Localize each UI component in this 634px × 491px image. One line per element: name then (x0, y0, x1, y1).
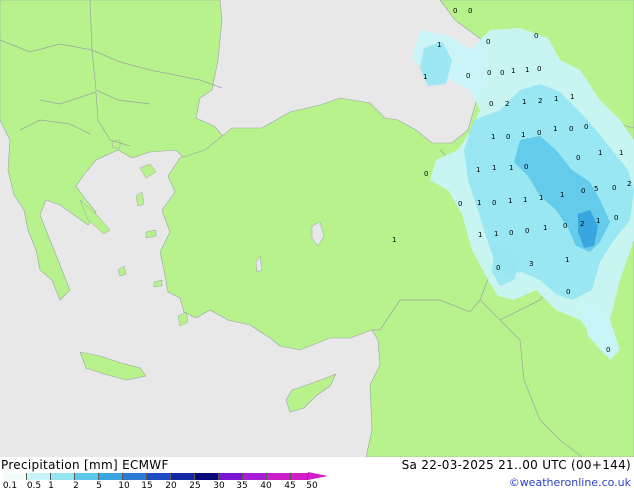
colorbar-swatch (291, 473, 308, 480)
colorbar-swatch (27, 473, 51, 480)
point-value: 1 (437, 41, 441, 49)
point-value: 1 (596, 217, 600, 225)
point-value: 0 (566, 288, 570, 296)
map-canvas: 0 0 1 0 0 1 0 0 1 1 0 0 0 2 1 2 1 1 1 0 … (0, 0, 634, 457)
point-value: 1 (619, 149, 623, 157)
point-value: 1 (476, 166, 480, 174)
point-value: 2 (627, 180, 631, 188)
point-value: 0 (486, 38, 490, 46)
point-value: 2 (505, 100, 509, 108)
site-credit[interactable]: ©weatheronline.co.uk (509, 476, 631, 489)
point-value: 5 (594, 185, 598, 193)
point-value: 0 (458, 200, 462, 208)
point-value: 1 (560, 191, 564, 199)
point-value: 1 (553, 125, 557, 133)
point-value: 1 (477, 199, 481, 207)
point-value: 0 (576, 154, 580, 162)
point-value: 1 (423, 73, 427, 81)
point-value: 0 (581, 187, 585, 195)
point-value: 1 (543, 224, 547, 232)
colorbar-swatch (3, 473, 27, 480)
point-value: 0 (496, 264, 500, 272)
point-value: 0 (492, 199, 496, 207)
point-value: 0 (500, 69, 504, 77)
colorbar-swatch (123, 473, 147, 480)
colorbar-swatch (75, 473, 99, 480)
point-value: 0 (614, 214, 618, 222)
colorbar (3, 473, 308, 480)
point-value: 0 (468, 7, 472, 15)
colorbar-arrow (308, 472, 328, 480)
colorbar-swatch (243, 473, 267, 480)
point-value: 0 (466, 72, 470, 80)
point-value: 0 (525, 227, 529, 235)
point-value: 1 (523, 196, 527, 204)
point-value: 1 (565, 256, 569, 264)
colorbar-swatch (51, 473, 75, 480)
point-value: 0 (612, 184, 616, 192)
point-value: 0 (424, 170, 428, 178)
point-value: 0 (563, 222, 567, 230)
point-value: 1 (508, 197, 512, 205)
point-value: 1 (525, 66, 529, 74)
point-value: 0 (509, 229, 513, 237)
point-value: 1 (598, 149, 602, 157)
point-value: 3 (529, 260, 533, 268)
point-value: 0 (569, 125, 573, 133)
point-value: 1 (570, 93, 574, 101)
precipitation-map: 0 0 1 0 0 1 0 0 1 1 0 0 0 2 1 2 1 1 1 0 … (0, 0, 634, 457)
point-value: 1 (478, 231, 482, 239)
point-value: 0 (506, 133, 510, 141)
colorbar-swatch (99, 473, 123, 480)
point-value: 0 (524, 163, 528, 171)
colorbar-swatch (219, 473, 243, 480)
point-value: 0 (537, 129, 541, 137)
point-value: 0 (534, 32, 538, 40)
colorbar-swatch (147, 473, 171, 480)
point-value: 1 (392, 236, 396, 244)
point-value: 0 (453, 7, 457, 15)
map-title: Precipitation [mm] ECMWF (1, 458, 169, 472)
point-value: 1 (492, 164, 496, 172)
map-footer: Precipitation [mm] ECMWF Sa 22-03-2025 2… (0, 457, 634, 491)
point-value: 0 (487, 69, 491, 77)
point-value: 1 (522, 98, 526, 106)
point-value: 1 (491, 133, 495, 141)
point-value: 0 (489, 100, 493, 108)
colorbar-swatch (171, 473, 195, 480)
point-value: 1 (521, 131, 525, 139)
point-value: 0 (606, 346, 610, 354)
colorbar-swatch (195, 473, 219, 480)
point-value: 2 (538, 97, 542, 105)
point-value: 0 (584, 123, 588, 131)
colorbar-swatch (267, 473, 291, 480)
point-value: 1 (554, 95, 558, 103)
point-value: 1 (494, 230, 498, 238)
point-value: 1 (511, 67, 515, 75)
point-value: 0 (537, 65, 541, 73)
forecast-time: Sa 22-03-2025 21..00 UTC (00+144) (401, 458, 631, 472)
point-value: 1 (509, 164, 513, 172)
point-value: 1 (539, 194, 543, 202)
point-value: 2 (580, 220, 584, 228)
